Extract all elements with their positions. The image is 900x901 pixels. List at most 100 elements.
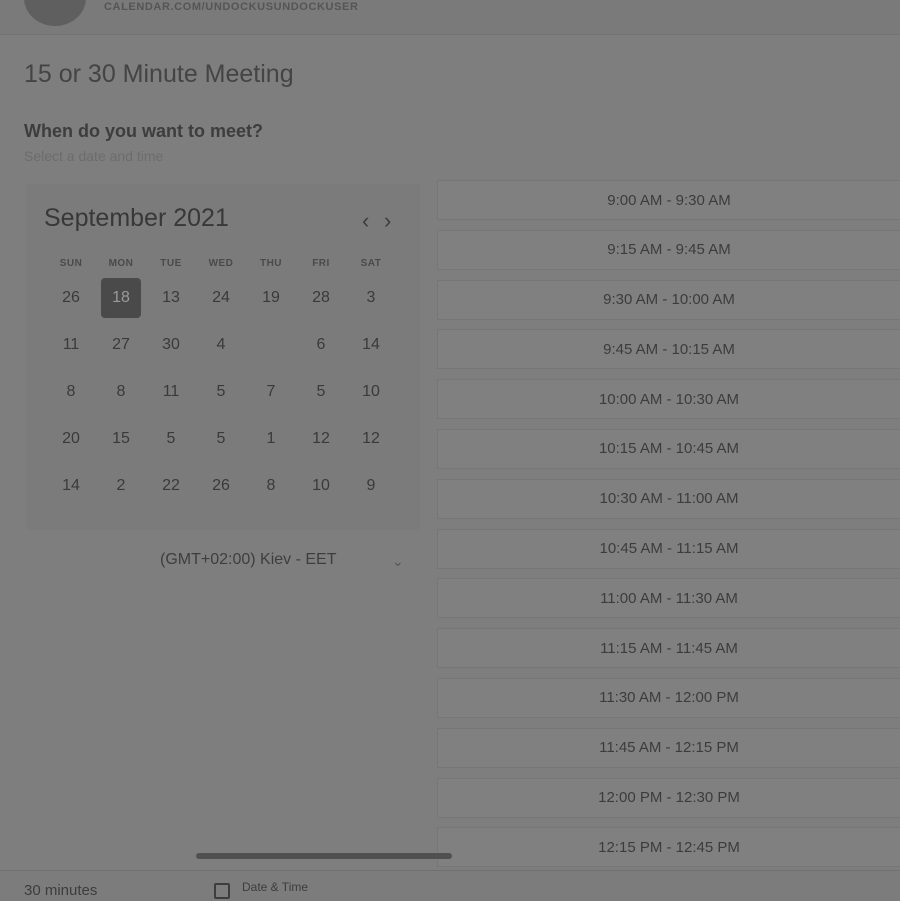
time-slot-button[interactable]: 9:15 AM - 9:45 AM [437,229,900,270]
chevron-right-icon[interactable]: › [384,208,391,234]
scroll-indicator [196,853,452,859]
weekday-label: FRI [312,258,330,269]
calendar-day[interactable]: 20 [46,415,96,462]
calendar-day[interactable]: 1 [246,415,296,462]
weekday-label: SAT [360,258,382,269]
select-hint: Select a date and time [24,148,164,164]
time-slot-button[interactable]: 9:45 AM - 10:15 AM [437,329,900,370]
calendar-day[interactable]: 11 [46,321,96,368]
footer-bar: 30 minutes Date & Time [0,853,900,901]
calendar-day-label: 11 [162,382,180,400]
time-slot-button[interactable]: 11:45 AM - 12:15 PM [437,727,900,768]
calendar-day-label: 18 [101,277,141,318]
calendar-day[interactable]: 28 [296,274,346,321]
time-slot-button[interactable]: 11:00 AM - 11:30 AM [437,578,900,619]
time-slot-button[interactable]: 10:45 AM - 11:15 AM [437,528,900,569]
calendar-day-label: 24 [212,288,230,306]
avatar [24,0,86,26]
calendar-day[interactable]: 2 [96,462,146,509]
calendar-day[interactable]: 13 [146,274,196,321]
calendar-day[interactable]: 15 [96,415,146,462]
time-slot-button[interactable]: 12:00 PM - 12:30 PM [437,777,900,818]
calendar-day[interactable]: 5 [196,415,246,462]
calendar-day-label: 2 [116,476,126,494]
weekday-label: WED [208,258,234,269]
calendar-day[interactable] [246,321,296,368]
calendar-day[interactable]: 5 [196,368,246,415]
calendar-day-label: 14 [62,476,80,494]
calendar-day-label: 28 [312,288,330,306]
calendar-day-label: 1 [266,429,276,447]
footer-duration: 30 minutes [24,882,98,899]
calendar-day-label: 26 [62,288,80,306]
calendar-day-label [251,325,291,365]
calendar-grid: 26 18 13 24 19 28 3 11 27 30 4 6 14 8 8 11 5 7 5 10 20 15 5 5 1 1… [46,274,402,509]
calendar-day[interactable]: 30 [146,321,196,368]
calendar-day-label: 9 [366,476,376,494]
calendar-day[interactable]: 11 [146,368,196,415]
calendar-day[interactable]: 14 [346,321,396,368]
calendar-day[interactable]: 26 [46,274,96,321]
time-slot-button[interactable]: 11:15 AM - 11:45 AM [437,628,900,669]
time-slot-button[interactable]: 10:15 AM - 10:45 AM [437,428,900,469]
calendar-day[interactable]: 22 [146,462,196,509]
time-slot-button[interactable]: 12:15 PM - 12:45 PM [437,827,900,868]
month-label: September 2021 [44,204,229,232]
calendar-day[interactable]: 10 [346,368,396,415]
footer-date-time: Date & Time [242,880,309,894]
calendar-day[interactable]: 27 [96,321,146,368]
calendar-url[interactable]: CALENDAR.COM/UNDOCKUSUNDOCKUSER [104,1,359,13]
calendar-day[interactable]: 19 [246,274,296,321]
calendar-day-label: 11 [62,335,80,353]
chevron-left-icon[interactable]: ‹ [362,208,369,234]
top-bar: CALENDAR.COM/UNDOCKUSUNDOCKUSER [0,0,900,35]
calendar-day-label: 27 [112,335,130,353]
chevron-down-icon[interactable]: ⌄ [392,553,404,570]
calendar-day-label: 3 [366,288,376,306]
calendar-day-label: 19 [262,288,280,306]
calendar-day[interactable]: 8 [246,462,296,509]
weekday-header: SUN MON TUE WED THU FRI SAT [46,258,402,269]
calendar-day[interactable]: 4 [196,321,246,368]
calendar-day[interactable]: 8 [46,368,96,415]
time-slot-button[interactable]: 10:00 AM - 10:30 AM [437,379,900,420]
calendar-day-label: 12 [312,429,330,447]
weekday-label: SUN [59,258,83,269]
calendar-day[interactable]: 5 [146,415,196,462]
calendar-day[interactable]: 8 [96,368,146,415]
calendar-day[interactable]: 5 [296,368,346,415]
calendar-day-label: 10 [312,476,330,494]
calendar-day-label: 5 [216,429,226,447]
calendar-day[interactable]: 10 [296,462,346,509]
calendar-day[interactable]: 12 [296,415,346,462]
calendar-day[interactable]: 6 [296,321,346,368]
meeting-question: When do you want to meet? [24,121,263,141]
calendar-day-label: 30 [162,335,180,353]
weekday-label: MON [108,258,134,269]
calendar-day-label: 12 [362,429,380,447]
calendar-day[interactable]: 9 [346,462,396,509]
time-slot-button[interactable]: 9:30 AM - 10:00 AM [437,279,900,320]
calendar-day-label: 7 [266,382,276,400]
calendar-day-label: 14 [362,335,380,353]
calendar-day[interactable]: 12 [346,415,396,462]
time-slot-button[interactable]: 11:30 AM - 12:00 PM [437,677,900,718]
meeting-title: 15 or 30 Minute Meeting [24,60,294,88]
calendar-day-label: 5 [166,429,176,447]
calendar-day[interactable]: 14 [46,462,96,509]
time-slot-button[interactable]: 10:30 AM - 11:00 AM [437,478,900,519]
calendar-day[interactable]: 24 [196,274,246,321]
calendar-day[interactable]: 7 [246,368,296,415]
calendar-day-label: 26 [212,476,230,494]
calendar-day-label: 5 [216,382,226,400]
calendar-day-label: 13 [162,288,180,306]
calendar-day-label: 5 [316,382,326,400]
calendar-day-selected[interactable]: 18 [96,274,146,321]
weekday-label: THU [259,258,283,269]
calendar-day-label: 15 [112,429,130,447]
time-slot-button[interactable]: 9:00 AM - 9:30 AM [437,180,900,220]
timezone-select[interactable]: (GMT+02:00) Kiev - EET [160,551,337,569]
calendar-day[interactable]: 26 [196,462,246,509]
calendar-day[interactable]: 3 [346,274,396,321]
calendar-panel: September 2021 ‹ › SUN MON TUE WED THU FRI SAT… [26,184,420,530]
